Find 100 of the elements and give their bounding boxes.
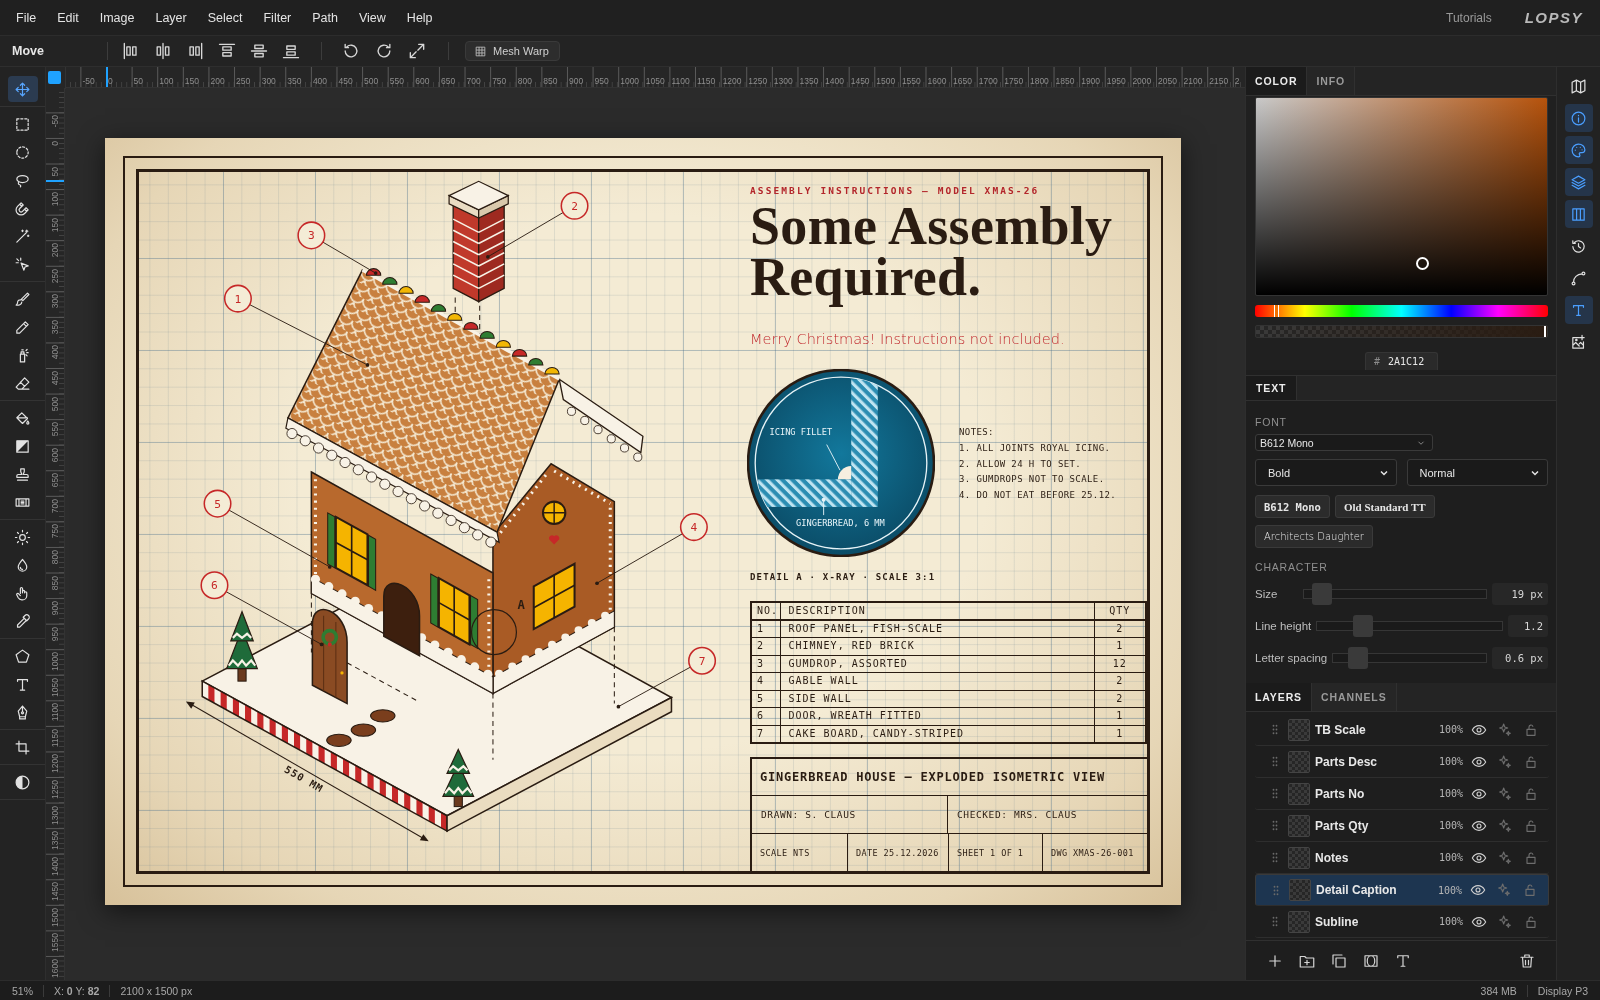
value-field[interactable]: 1.2: [1508, 615, 1548, 637]
menu-item[interactable]: View: [359, 10, 386, 25]
layer-name: Parts Qty: [1315, 818, 1370, 833]
eye-icon[interactable]: [1470, 882, 1486, 898]
drag-handle-icon[interactable]: [1272, 788, 1278, 799]
table-cell: SIDE WALL: [780, 690, 1094, 708]
leader-line: [826, 444, 841, 471]
panel-toggle-button[interactable]: [1564, 296, 1593, 324]
panel-toggle-button[interactable]: [1564, 104, 1593, 132]
ruler-label: 2100: [1183, 76, 1203, 86]
value-field[interactable]: 0.6 px: [1492, 647, 1548, 669]
picker-handle-icon[interactable]: [1416, 256, 1430, 270]
color-swatch-icon[interactable]: [48, 71, 61, 84]
menu-item[interactable]: File: [16, 10, 37, 25]
sparkle-icon[interactable]: [1497, 785, 1513, 802]
ruler-label: 1600: [927, 76, 947, 86]
drag-handle-icon[interactable]: [1272, 756, 1278, 767]
hex-input[interactable]: # 2A1C12: [1365, 352, 1438, 370]
section-tab[interactable]: TEXT: [1246, 376, 1298, 400]
panel-toggle-button[interactable]: [1564, 136, 1593, 164]
value-field[interactable]: 19 px: [1492, 583, 1548, 605]
layer-name: Parts No: [1315, 786, 1366, 801]
slider-thumb[interactable]: [1353, 615, 1374, 637]
unlock-icon[interactable]: [1523, 753, 1539, 770]
menu-item[interactable]: Select: [207, 10, 243, 25]
trash-icon[interactable]: [1518, 951, 1536, 970]
sparkle-icon[interactable]: [1497, 721, 1513, 738]
slider-track[interactable]: [1332, 647, 1487, 669]
drag-handle-icon[interactable]: [1273, 884, 1279, 896]
font-style-dropdown[interactable]: Normal: [1406, 459, 1548, 486]
duplicate-icon[interactable]: [1330, 951, 1348, 970]
slider-track[interactable]: [1303, 583, 1487, 605]
hue-thumb[interactable]: [1273, 305, 1279, 317]
unlock-icon[interactable]: [1522, 882, 1538, 898]
sparkle-icon[interactable]: [1497, 849, 1513, 866]
layer-row[interactable]: Parts No 100%: [1255, 778, 1549, 810]
magic-wand-icon: [14, 227, 31, 245]
layer-opacity: 100%: [1438, 916, 1463, 927]
menu-item[interactable]: Image: [99, 10, 135, 25]
layer-row[interactable]: Parts Qty 100%: [1255, 810, 1549, 842]
slider-thumb[interactable]: [1347, 647, 1368, 669]
font-weight-dropdown[interactable]: Bold: [1255, 459, 1397, 486]
unlock-icon[interactable]: [1523, 721, 1539, 738]
pine-tree-icon: [442, 748, 475, 808]
layer-row[interactable]: Detail Caption 100%: [1255, 874, 1549, 906]
layer-opacity: 100%: [1438, 788, 1463, 799]
font-preset-button[interactable]: B612 Mono: [1255, 495, 1330, 518]
layer-row[interactable]: Parts Desc 100%: [1255, 746, 1549, 778]
menu-item[interactable]: Path: [312, 10, 338, 25]
callout-marker: 6: [200, 571, 229, 600]
sparkle-icon[interactable]: [1497, 817, 1513, 834]
tutorials-link[interactable]: Tutorials: [1446, 10, 1492, 25]
layer-name: TB Scale: [1315, 722, 1367, 737]
font-preset-button[interactable]: Architects Daughter: [1255, 525, 1373, 548]
layer-opacity: 100%: [1438, 756, 1463, 767]
panel-tab[interactable]: LAYERS: [1246, 683, 1313, 711]
layer-thumbnail: [1289, 879, 1311, 901]
panel-tab[interactable]: COLOR: [1246, 67, 1308, 95]
drag-handle-icon[interactable]: [1272, 724, 1278, 735]
magnet-icon: [14, 199, 31, 217]
font-family-dropdown[interactable]: B612 Mono: [1255, 434, 1433, 451]
image-add-icon: [1570, 333, 1587, 351]
drag-handle-icon[interactable]: [1272, 820, 1278, 831]
font-preset-button[interactable]: Old Standard TT: [1334, 495, 1435, 518]
sparkle-icon[interactable]: [1496, 882, 1512, 898]
ruler-label: 1550: [50, 933, 60, 953]
hue-slider[interactable]: [1255, 305, 1548, 317]
unlock-icon[interactable]: [1523, 817, 1539, 834]
ruler-label: 550: [389, 76, 404, 86]
ruler-label: 1500: [876, 76, 896, 86]
ruler-label: 600: [50, 447, 60, 462]
table-cell: DOOR, WREATH FITTED: [780, 707, 1094, 725]
mesh-warp-button[interactable]: Mesh Warp: [465, 41, 560, 61]
tool-button[interactable]: [7, 76, 38, 102]
menu-item[interactable]: Layer: [155, 10, 187, 25]
panel-toggle-button[interactable]: [1564, 200, 1593, 228]
layer-row[interactable]: Subline 100%: [1255, 906, 1549, 938]
drag-handle-icon[interactable]: [1272, 852, 1278, 863]
menu-item[interactable]: Help: [406, 10, 433, 25]
unlock-icon[interactable]: [1523, 913, 1539, 930]
ruler-label: 500: [364, 76, 379, 86]
slider-track[interactable]: [1316, 615, 1503, 637]
ruler-label: 350: [287, 76, 302, 86]
ruler-label: 2000: [1132, 76, 1152, 86]
menu-item[interactable]: Filter: [263, 10, 292, 25]
slider-thumb[interactable]: [1311, 583, 1332, 605]
ruler-label: 850: [50, 575, 60, 590]
drag-handle-icon[interactable]: [1272, 916, 1278, 927]
layer-row[interactable]: TB Scale 100%: [1255, 714, 1549, 746]
contrast-icon: [14, 773, 31, 791]
unlock-icon[interactable]: [1523, 849, 1539, 866]
unlock-icon[interactable]: [1523, 785, 1539, 802]
sparkle-icon[interactable]: [1497, 913, 1513, 930]
zoom-level[interactable]: 51%: [12, 984, 33, 997]
opacity-slider[interactable]: [1255, 325, 1548, 338]
sparkle-icon[interactable]: [1497, 753, 1513, 770]
ruler-label: 750: [492, 76, 507, 86]
menu-item[interactable]: Edit: [57, 10, 79, 25]
color-picker-field[interactable]: [1255, 97, 1548, 296]
panel-toggle-button[interactable]: [1564, 168, 1593, 196]
